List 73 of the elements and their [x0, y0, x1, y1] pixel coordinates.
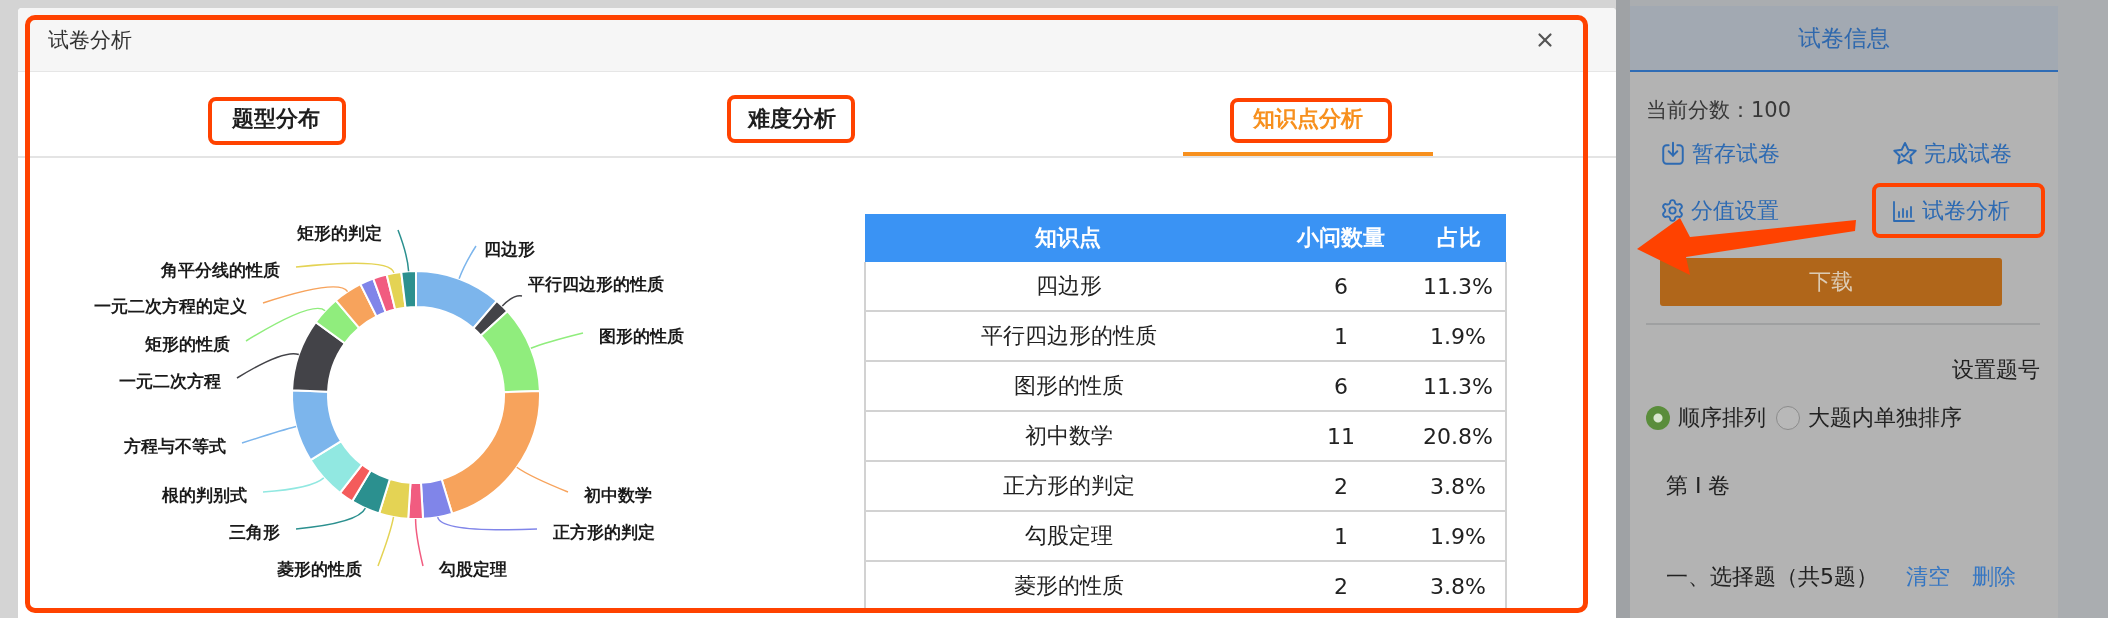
table-cell: 1	[1271, 311, 1411, 361]
slice-label: 矩形的性质	[145, 334, 230, 354]
donut-slice	[351, 469, 391, 515]
table-cell: 6	[1271, 361, 1411, 411]
leader-line	[377, 516, 395, 567]
slice-label: 角平分线的性质	[161, 260, 280, 280]
action-link[interactable]: 试卷分析	[1892, 195, 2010, 226]
radio-option[interactable]: 大题内单独排序	[1776, 405, 1962, 431]
tab[interactable]: 题型分布	[151, 72, 401, 156]
slice-label: 初中数学	[584, 485, 652, 505]
dialog-title: 试卷分析	[48, 26, 132, 54]
slice-label: 三角形	[229, 522, 280, 542]
table-cell: 图形的性质	[865, 361, 1271, 411]
table-cell: 3.8%	[1411, 461, 1506, 511]
leader-line	[262, 477, 325, 493]
table-cell: 初中数学	[865, 411, 1271, 461]
leader-line	[530, 332, 584, 349]
table-cell: 勾股定理	[865, 511, 1271, 561]
section-link[interactable]: 清空	[1906, 564, 1950, 590]
slice-label: 根的判别式	[162, 485, 247, 505]
bar-chart-icon	[1892, 198, 1916, 223]
radio-option[interactable]: 顺序排列	[1646, 405, 1766, 431]
table-cell: 2	[1271, 461, 1411, 511]
table-cell: 正方形的判定	[865, 461, 1271, 511]
action-link[interactable]: 暂存试卷	[1660, 138, 1780, 169]
slice-label: 四边形	[484, 239, 535, 259]
volume-title: 第 I 卷	[1666, 473, 1731, 499]
leader-line	[458, 245, 477, 280]
tab[interactable]: 知识点分析	[1183, 72, 1433, 156]
slice-label: 平行四边形的性质	[528, 274, 664, 294]
column-header: 小问数量	[1271, 214, 1411, 262]
download-button[interactable]: 下载	[1660, 258, 2002, 306]
table-cell: 1.9%	[1411, 311, 1506, 361]
slice-label: 一元二次方程	[119, 371, 221, 391]
leader-line	[241, 425, 297, 444]
slice-label: 勾股定理	[439, 559, 507, 579]
leader-line	[236, 352, 300, 379]
slice-label: 图形的性质	[599, 326, 684, 346]
leader-line	[414, 518, 424, 567]
leader-line	[501, 295, 523, 307]
table-cell: 20.8%	[1411, 411, 1506, 461]
slice-label: 方程与不等式	[124, 436, 226, 456]
leader-line	[397, 229, 410, 272]
action-link[interactable]: 完成试卷	[1892, 138, 2012, 169]
table-cell: 3.8%	[1411, 561, 1506, 611]
table-cell: 1	[1271, 511, 1411, 561]
tab[interactable]: 难度分析	[667, 72, 917, 156]
table-cell: 菱形的性质	[865, 561, 1271, 611]
table-cell: 1.9%	[1411, 511, 1506, 561]
leader-line	[295, 507, 367, 530]
section-title: 一、选择题（共5题）	[1666, 564, 1878, 590]
slice-label: 菱形的性质	[277, 559, 362, 579]
column-header: 知识点	[865, 214, 1271, 262]
table-cell: 2	[1271, 561, 1411, 611]
table-cell: 四边形	[865, 262, 1271, 311]
numbering-title: 设置题号	[1952, 357, 2040, 383]
panel-title: 试卷信息	[1798, 23, 1890, 53]
table-cell: 平行四边形的性质	[865, 311, 1271, 361]
slice-label: 矩形的判定	[297, 223, 382, 243]
table-cell: 11	[1271, 411, 1411, 461]
section-link[interactable]: 删除	[1972, 564, 2016, 590]
table-cell: 6	[1271, 262, 1411, 311]
score-text: 当前分数：100	[1646, 97, 1792, 123]
download-icon	[1660, 140, 1686, 167]
column-header: 占比	[1411, 214, 1506, 262]
settings-icon	[1660, 198, 1685, 223]
action-link[interactable]: 分值设置	[1660, 195, 1779, 226]
slice-label: 正方形的判定	[553, 522, 655, 542]
leader-line	[516, 466, 569, 493]
table-cell: 11.3%	[1411, 262, 1506, 311]
table-cell: 11.3%	[1411, 361, 1506, 411]
star-check-icon	[1892, 140, 1918, 167]
slice-label: 一元二次方程的定义	[94, 296, 247, 316]
